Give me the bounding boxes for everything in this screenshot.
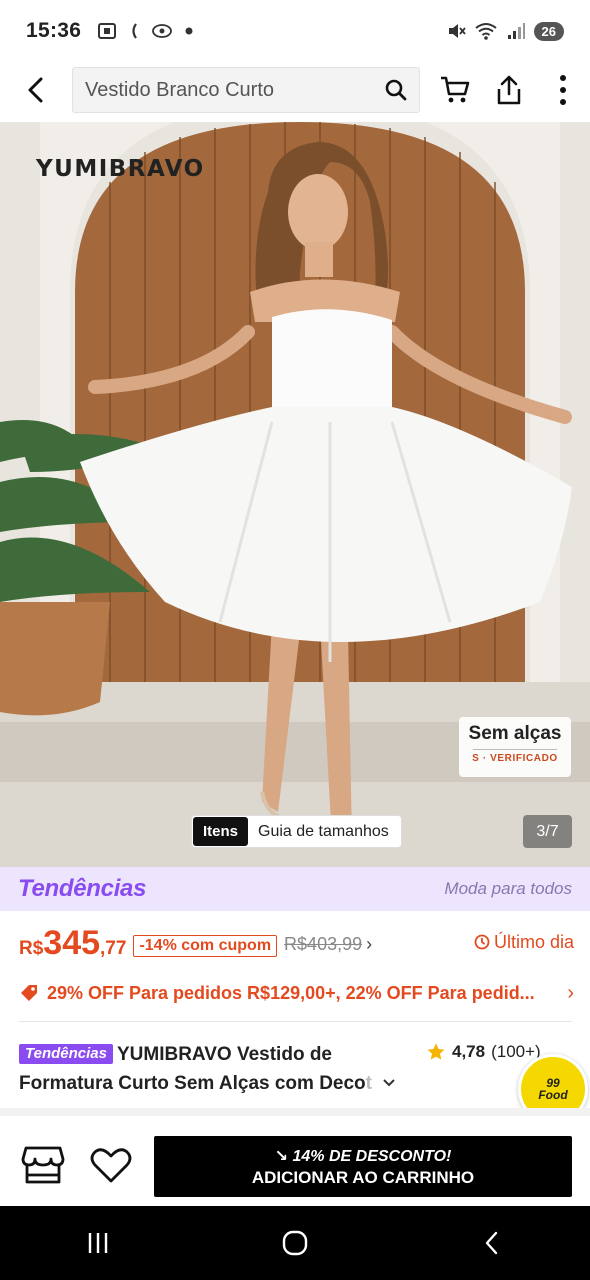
more-options-button[interactable] bbox=[543, 67, 583, 113]
image-counter: 3/7 bbox=[523, 815, 572, 848]
system-nav-bar bbox=[0, 1206, 590, 1280]
battery-indicator: 26 bbox=[533, 21, 564, 41]
nav-back-button[interactable] bbox=[457, 1213, 527, 1273]
last-day-label: Último dia bbox=[493, 931, 574, 952]
food-bubble-line2: Food bbox=[538, 1088, 568, 1102]
price-decimal: ,77 bbox=[100, 938, 127, 959]
bottom-action-bar: ↘ 14% DE DESCONTO! ADICIONAR AO CARRINHO bbox=[0, 1116, 590, 1206]
status-time: 15:36 bbox=[26, 19, 82, 42]
trend-banner[interactable]: Tendências Moda para todos bbox=[0, 867, 590, 911]
cart-icon bbox=[441, 76, 470, 103]
product-title-faded: t bbox=[365, 1073, 372, 1094]
rating-value: 4,78 bbox=[452, 1042, 486, 1061]
divider bbox=[19, 1021, 572, 1022]
cart-button[interactable] bbox=[435, 67, 475, 113]
trend-logo: Tendências bbox=[18, 875, 147, 902]
price-currency: R$ bbox=[19, 938, 44, 959]
clock-icon bbox=[474, 934, 490, 950]
trend-tagline: Moda para todos bbox=[444, 879, 572, 898]
call-icon bbox=[132, 23, 138, 39]
last-day-timer: Último dia bbox=[474, 932, 574, 953]
more-vertical-icon bbox=[560, 75, 566, 105]
status-notification-icons bbox=[97, 22, 193, 40]
feature-divider bbox=[473, 749, 557, 750]
search-button[interactable] bbox=[373, 67, 419, 113]
chevron-down-icon[interactable] bbox=[381, 1077, 397, 1089]
feature-title: Sem alças bbox=[468, 723, 562, 744]
mute-icon bbox=[448, 24, 466, 38]
search-input[interactable]: Vestido Branco Curto bbox=[72, 67, 420, 113]
cart-promo-text: ↘ 14% DE DESCONTO! bbox=[274, 1147, 452, 1165]
price-row: R$ 345 ,77 -14% com cupom R$403,99 › Últ… bbox=[19, 924, 574, 970]
search-query-text: Vestido Branco Curto bbox=[85, 78, 274, 101]
promo-text: 29% OFF Para pedidos R$129,00+, 22% OFF … bbox=[47, 982, 535, 1003]
recents-icon bbox=[89, 1233, 108, 1253]
price-integer: 345 bbox=[43, 924, 101, 962]
status-system-icons: 26 bbox=[446, 21, 564, 41]
back-arrow-icon bbox=[28, 77, 43, 103]
feature-subtitle: S · VERIFICADO bbox=[472, 753, 558, 764]
share-icon bbox=[497, 75, 521, 105]
screenshot-icon bbox=[98, 23, 117, 39]
promo-row[interactable]: 29% OFF Para pedidos R$129,00+, 22% OFF … bbox=[19, 976, 574, 1010]
store-button[interactable] bbox=[20, 1144, 66, 1186]
recents-button[interactable] bbox=[63, 1213, 133, 1273]
wishlist-button[interactable] bbox=[88, 1144, 134, 1186]
size-guide-button[interactable]: Itens Guia de tamanhos bbox=[191, 815, 402, 848]
home-button[interactable] bbox=[260, 1213, 330, 1273]
product-title[interactable]: Tendências YUMIBRAVO Vestido de Formatura… bbox=[19, 1040, 424, 1098]
header-actions bbox=[428, 62, 590, 118]
heart-icon bbox=[90, 1148, 132, 1183]
status-bar: 15:36 26 bbox=[0, 0, 590, 62]
chevron-right-icon: › bbox=[567, 981, 574, 1004]
search-header: Vestido Branco Curto bbox=[0, 62, 590, 118]
coupon-discount-badge: -14% com cupom bbox=[133, 935, 278, 957]
dot-icon bbox=[185, 27, 193, 35]
store-icon bbox=[21, 1146, 65, 1184]
share-button[interactable] bbox=[489, 67, 529, 113]
trend-chip: Tendências bbox=[19, 1044, 113, 1064]
product-image-carousel[interactable]: YUMIBRAVO Sem alças S · VERIFICADO Itens… bbox=[0, 122, 590, 867]
itens-label: Itens bbox=[193, 817, 249, 846]
app-notification-icon bbox=[152, 24, 173, 38]
brand-watermark: YUMIBRAVO bbox=[36, 156, 205, 182]
add-to-cart-button[interactable]: ↘ 14% DE DESCONTO! ADICIONAR AO CARRINHO bbox=[154, 1136, 572, 1197]
signal-icon bbox=[507, 23, 525, 39]
back-button[interactable] bbox=[0, 62, 72, 118]
original-price[interactable]: R$403,99 bbox=[284, 934, 362, 955]
rating[interactable]: 4,78 (100+) bbox=[426, 1042, 541, 1062]
wifi-icon bbox=[474, 23, 497, 40]
search-icon bbox=[385, 79, 407, 101]
feature-badge: Sem alças S · VERIFICADO bbox=[459, 717, 571, 777]
add-to-cart-label: ADICIONAR AO CARRINHO bbox=[251, 1167, 475, 1187]
star-icon bbox=[427, 1043, 445, 1060]
size-guide-label: Guia de tamanhos bbox=[258, 822, 389, 840]
nav-back-icon bbox=[485, 1231, 497, 1255]
tag-icon bbox=[21, 985, 37, 1001]
home-icon bbox=[282, 1230, 308, 1256]
chevron-right-icon[interactable]: › bbox=[366, 934, 372, 955]
section-gap bbox=[0, 1108, 590, 1116]
